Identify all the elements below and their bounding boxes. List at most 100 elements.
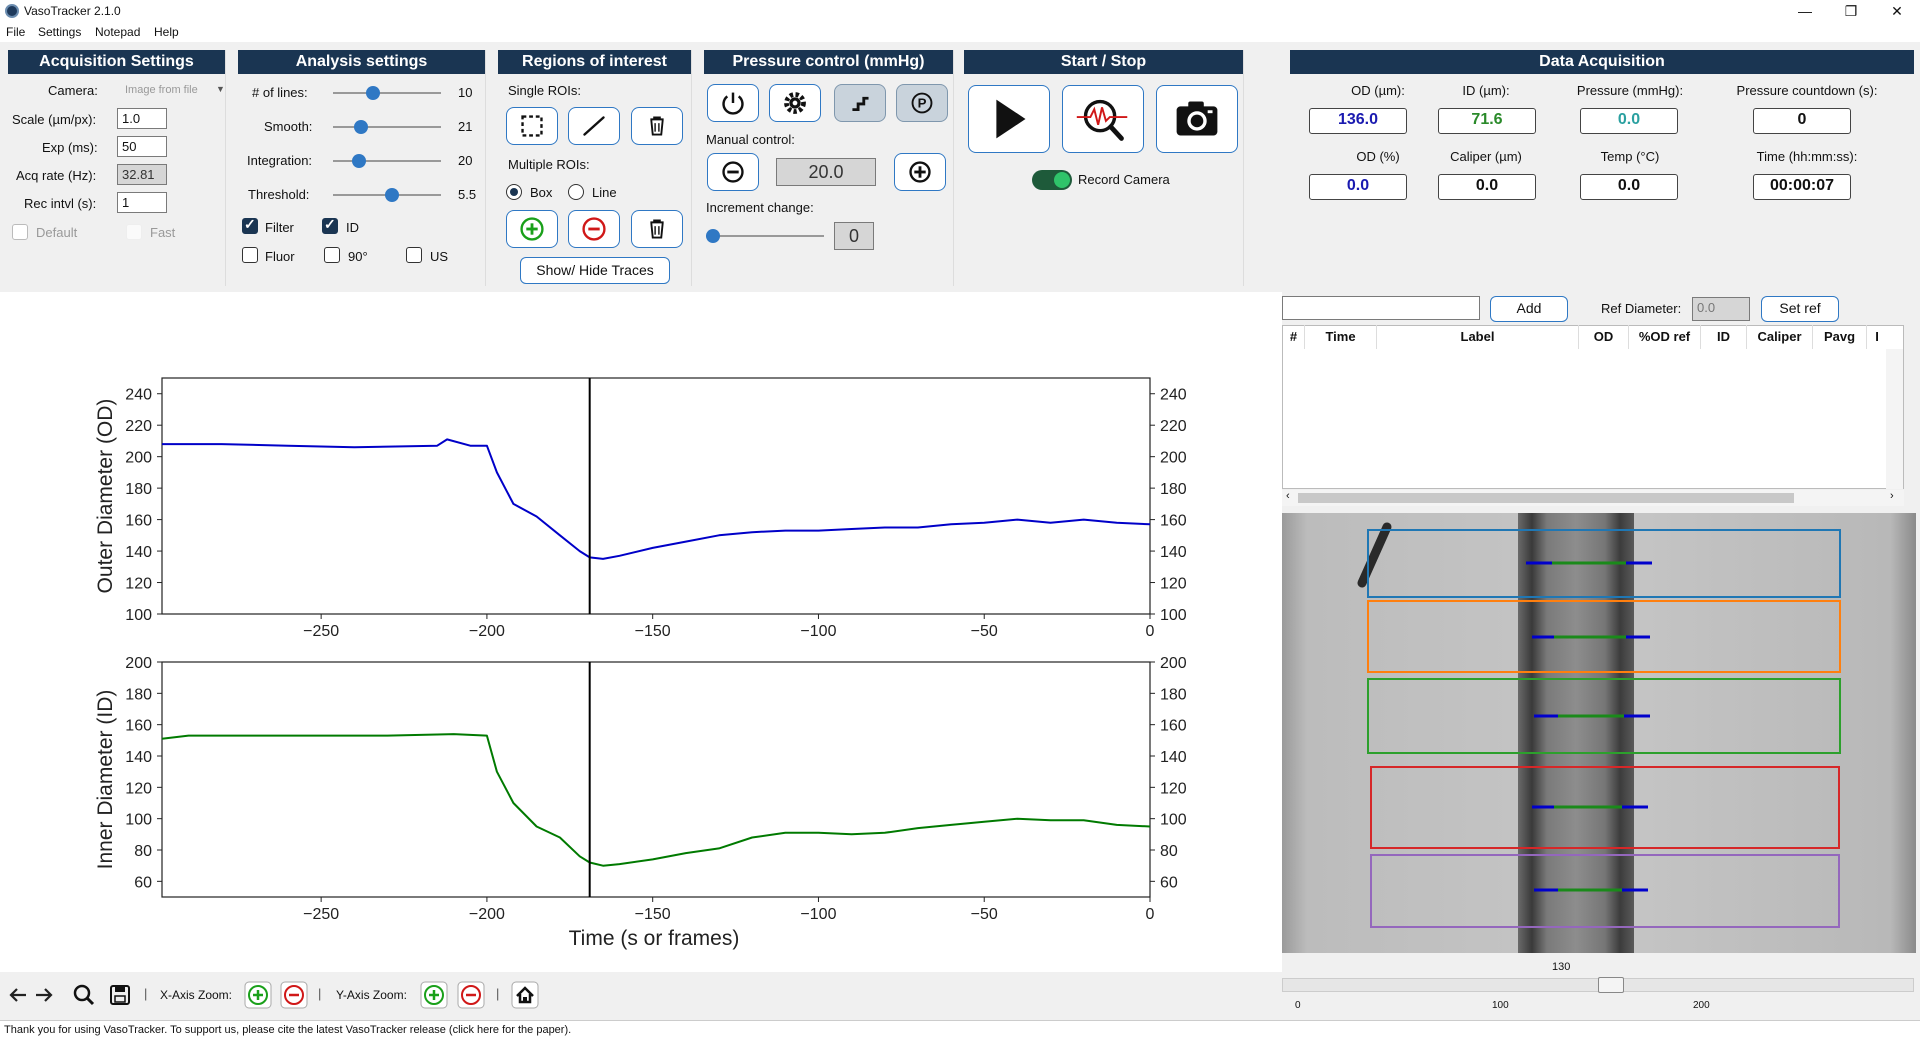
smooth-slider[interactable]: [333, 119, 441, 135]
record-camera-label: Record Camera: [1078, 172, 1170, 187]
chart-1-ytick-label-right: 200: [1160, 450, 1187, 467]
od-label: OD (µm):: [1351, 83, 1405, 98]
smooth-label: Smooth:: [264, 119, 313, 134]
rotate-90-checkbox[interactable]: [324, 247, 340, 263]
minimize-button[interactable]: —: [1782, 0, 1828, 22]
manual-pressure-field[interactable]: 20.0: [776, 158, 876, 186]
scroll-left-icon[interactable]: ‹: [1286, 490, 1290, 502]
column-header-label[interactable]: Label: [1377, 325, 1579, 349]
id-checkbox[interactable]: [322, 216, 338, 234]
box-radio[interactable]: [506, 184, 522, 200]
line-radio-label: Line: [592, 185, 617, 200]
show-hide-traces-button[interactable]: Show/ Hide Traces: [520, 257, 670, 284]
chart-2-ytick-label-left: 80: [134, 843, 152, 860]
scrollbar-thumb[interactable]: [1298, 493, 1794, 503]
y-zoom-out-icon[interactable]: [457, 981, 485, 1009]
menu-notepad[interactable]: Notepad: [95, 25, 140, 39]
y-zoom-in-icon[interactable]: [420, 981, 448, 1009]
menu-help[interactable]: Help: [154, 25, 179, 39]
column-header-time[interactable]: Time: [1305, 325, 1377, 349]
clear-rois-button[interactable]: [631, 210, 683, 248]
chart-1-ytick-label-left: 160: [125, 513, 152, 530]
magnify-signal-icon: [1076, 99, 1128, 141]
forward-arrow-icon[interactable]: [32, 984, 56, 1006]
od-percent-value: 0.0: [1309, 174, 1407, 200]
remove-roi-button[interactable]: [568, 210, 620, 248]
column-header-id[interactable]: ID: [1701, 325, 1747, 349]
set-ref-button[interactable]: Set ref: [1761, 296, 1839, 322]
column-header-od[interactable]: OD: [1579, 325, 1629, 349]
x-zoom-out-icon[interactable]: [280, 981, 308, 1009]
x-zoom-in-icon[interactable]: [244, 981, 272, 1009]
default-checkbox[interactable]: [12, 224, 28, 240]
add-button[interactable]: Add: [1490, 296, 1568, 322]
time-label: Time (hh:mm:ss):: [1756, 149, 1858, 164]
box-roi-button[interactable]: [506, 107, 558, 145]
chart-2-xtick-label: −250: [303, 906, 339, 923]
chart-2-xtick-label: −200: [469, 906, 505, 923]
lines-slider[interactable]: [333, 85, 441, 101]
fluor-label: Fluor: [265, 249, 295, 264]
close-button[interactable]: ✕: [1874, 0, 1920, 22]
svg-text:P: P: [918, 96, 927, 111]
add-roi-button[interactable]: [506, 210, 558, 248]
column-header-caliper[interactable]: Caliper: [1747, 325, 1813, 349]
scroll-right-icon[interactable]: ›: [1890, 490, 1894, 502]
chart-1-ytick-label-right: 160: [1160, 513, 1187, 530]
toolbar-separator: |: [496, 986, 500, 1001]
roi-header: Regions of interest: [498, 50, 691, 74]
menu-settings[interactable]: Settings: [38, 25, 81, 39]
restore-button[interactable]: ❐: [1828, 0, 1874, 22]
table-horizontal-scrollbar[interactable]: ‹ ›: [1282, 490, 1904, 506]
pressure-control-header: Pressure control (mmHg): [704, 50, 953, 74]
table-vertical-scrollbar[interactable]: [1886, 349, 1903, 489]
status-bar[interactable]: Thank you for using VasoTracker. To supp…: [0, 1020, 1920, 1040]
increase-pressure-button[interactable]: [894, 153, 946, 191]
chart-1-xtick-label: −250: [303, 623, 339, 640]
delete-roi-button[interactable]: [631, 107, 683, 145]
chart-2-ytick-label-left: 140: [125, 749, 152, 766]
home-icon[interactable]: [511, 981, 539, 1009]
column-header-od-ref[interactable]: %OD ref: [1629, 325, 1701, 349]
zoom-magnify-icon[interactable]: [72, 983, 96, 1007]
save-figure-icon[interactable]: [108, 983, 132, 1007]
chart-2-ytick-label-left: 100: [125, 812, 152, 829]
frame-slider[interactable]: [1282, 977, 1914, 993]
increment-slider[interactable]: [706, 228, 824, 244]
decrease-pressure-button[interactable]: [707, 153, 759, 191]
dashed-box-icon: [521, 115, 543, 137]
threshold-slider[interactable]: [333, 187, 441, 203]
fast-checkbox[interactable]: [126, 224, 142, 240]
step-protocol-button[interactable]: [834, 84, 886, 122]
vessel-image-view[interactable]: [1282, 513, 1916, 953]
scale-field[interactable]: 1.0: [117, 108, 167, 129]
column-header-more[interactable]: I: [1867, 325, 1887, 349]
label-input[interactable]: [1282, 296, 1480, 320]
snapshot-button[interactable]: [1156, 85, 1238, 153]
inspect-button[interactable]: [1062, 85, 1144, 153]
column-header-pavg[interactable]: Pavg: [1813, 325, 1867, 349]
status-text[interactable]: Thank you for using VasoTracker. To supp…: [4, 1024, 571, 1036]
fluor-checkbox[interactable]: [242, 247, 258, 263]
rec-interval-field[interactable]: 1: [117, 192, 167, 213]
line-radio[interactable]: [568, 184, 584, 200]
record-camera-toggle[interactable]: [1032, 170, 1072, 190]
integration-slider[interactable]: [333, 153, 441, 169]
pressure-mode-button[interactable]: P: [896, 84, 948, 122]
us-checkbox[interactable]: [406, 247, 422, 263]
chevron-down-icon[interactable]: ▼: [216, 84, 225, 94]
play-button[interactable]: [968, 85, 1050, 153]
line-roi-button[interactable]: [568, 107, 620, 145]
exp-field[interactable]: 50: [117, 136, 167, 157]
column-header-number[interactable]: #: [1283, 325, 1305, 349]
fast-label: Fast: [150, 225, 176, 240]
pressure-settings-button[interactable]: [769, 84, 821, 122]
menu-file[interactable]: File: [6, 25, 25, 39]
back-arrow-icon[interactable]: [6, 984, 30, 1006]
filter-checkbox[interactable]: [242, 216, 258, 234]
chart-2-ytick-label-left: 120: [125, 780, 152, 797]
camera-select[interactable]: Image from file: [125, 84, 198, 96]
power-button[interactable]: [707, 84, 759, 122]
vessel: [1518, 513, 1634, 953]
nav-toolbar: | X-Axis Zoom: | Y-Axis Zoom: |: [0, 978, 1282, 1012]
